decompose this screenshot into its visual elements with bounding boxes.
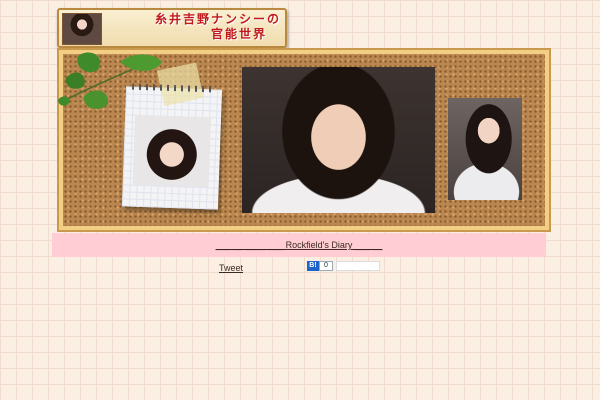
banner-avatar (62, 13, 102, 45)
hatena-count[interactable]: 0 (319, 261, 333, 271)
diary-bar: ___ __ ____ ___ Rockfield's Diary ___ __ (52, 233, 546, 257)
main-photo (242, 67, 435, 213)
pinned-polaroid (121, 62, 223, 210)
polaroid-photo (132, 114, 212, 188)
site-banner[interactable]: 糸井吉野ナンシーの 官能世界 (57, 8, 287, 48)
site-title-line1: 糸井吉野ナンシーの (154, 12, 281, 26)
site-title-line2: 官能世界 (210, 27, 267, 41)
tweet-button[interactable]: Tweet (219, 263, 243, 273)
site-title: 糸井吉野ナンシーの 官能世界 (105, 12, 285, 44)
hatena-bookmark-icon[interactable]: B! (307, 261, 319, 271)
diary-link[interactable]: ___ __ ____ ___ Rockfield's Diary ___ __ (216, 240, 383, 250)
side-photo (448, 98, 522, 200)
share-widget-placeholder[interactable] (336, 261, 380, 271)
